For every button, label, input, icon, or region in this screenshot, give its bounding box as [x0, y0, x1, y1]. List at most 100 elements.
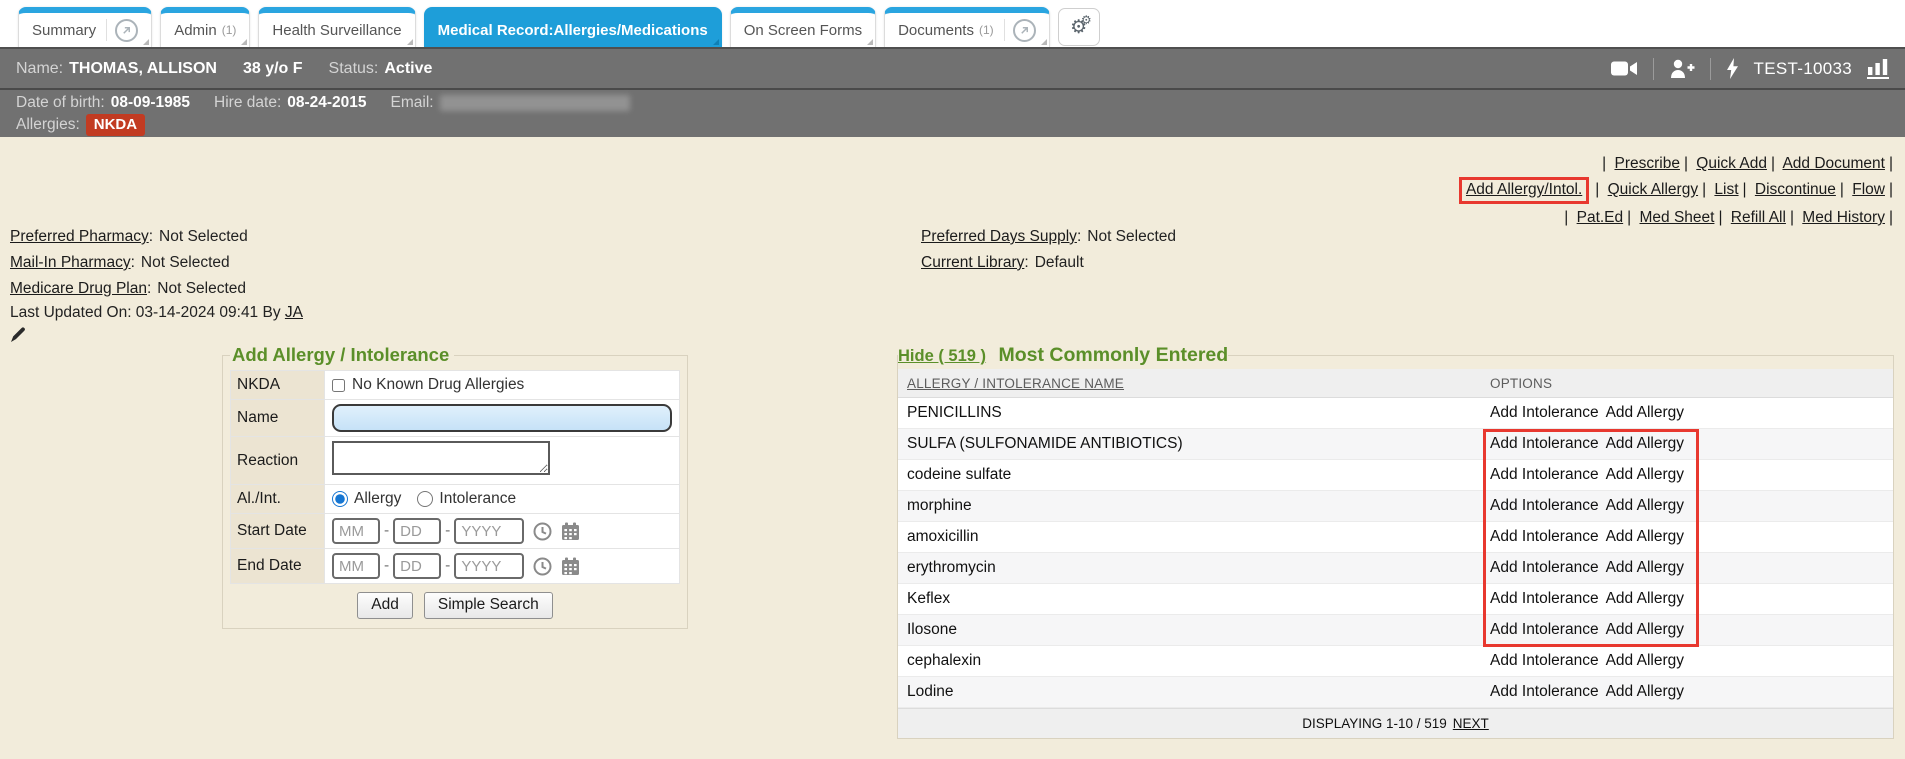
- allergy-radio[interactable]: [332, 491, 348, 507]
- form-buttons: Add Simple Search: [230, 592, 680, 619]
- add-intolerance-link[interactable]: Add Intolerance: [1490, 404, 1599, 422]
- colon: :: [131, 254, 135, 271]
- add-intolerance-link[interactable]: Add Intolerance: [1490, 590, 1599, 608]
- hide-count-link[interactable]: Hide ( 519 ): [898, 347, 986, 365]
- displaying-text: DISPLAYING 1-10 / 519: [1302, 716, 1447, 731]
- email-label: Email:: [391, 94, 434, 112]
- allergy-name: Ilosone: [898, 621, 1490, 639]
- add-allergy-link[interactable]: Add Allergy: [1606, 559, 1684, 577]
- clock-icon[interactable]: [533, 557, 552, 576]
- info-link[interactable]: Mail-In Pharmacy: [10, 254, 131, 271]
- dob-label: Date of birth:: [16, 94, 105, 112]
- intolerance-radio[interactable]: [417, 491, 433, 507]
- intolerance-radio-label[interactable]: Intolerance: [439, 490, 516, 508]
- add-intolerance-link[interactable]: Add Intolerance: [1490, 683, 1599, 701]
- reaction-label: Reaction: [231, 437, 325, 485]
- edit-pencil-icon[interactable]: [10, 327, 26, 348]
- end-year-input[interactable]: [454, 553, 524, 579]
- add-person-icon[interactable]: [1669, 59, 1695, 78]
- video-camera-icon[interactable]: [1611, 60, 1638, 77]
- name-label: Name: [231, 400, 325, 437]
- tab-badge: (1): [979, 23, 994, 37]
- nkda-checkbox[interactable]: [332, 379, 345, 392]
- add-allergy-link[interactable]: Add Allergy: [1606, 621, 1684, 639]
- start-day-input[interactable]: [393, 518, 441, 544]
- add-allergy-link[interactable]: Add Allergy: [1606, 652, 1684, 670]
- tab-medical-record-allergies-medications[interactable]: Medical Record:Allergies/Medications: [424, 7, 722, 47]
- action-link[interactable]: Flow: [1852, 181, 1885, 198]
- nkda-label: NKDA: [231, 371, 325, 400]
- allergy-name-input[interactable]: [332, 404, 672, 432]
- add-allergy-link[interactable]: Add Allergy: [1606, 497, 1684, 515]
- action-link[interactable]: List: [1714, 181, 1738, 198]
- table-title: Most Commonly Entered: [998, 344, 1228, 366]
- start-month-input[interactable]: [332, 518, 380, 544]
- add-intolerance-link[interactable]: Add Intolerance: [1490, 497, 1599, 515]
- action-link[interactable]: Med History: [1802, 209, 1885, 226]
- clock-icon[interactable]: [533, 522, 552, 541]
- start-year-input[interactable]: [454, 518, 524, 544]
- table-row: amoxicillin Add Intolerance Add Allergy: [898, 522, 1893, 553]
- action-link[interactable]: Refill All: [1731, 209, 1786, 226]
- table-legend: Hide ( 519 ) Most Commonly Entered: [898, 344, 1228, 367]
- allergy-radio-label[interactable]: Allergy: [354, 490, 401, 508]
- tab-health-surveillance[interactable]: Health Surveillance: [258, 7, 415, 47]
- settings-button[interactable]: ⚙ ⚙: [1058, 8, 1100, 46]
- external-link-icon[interactable]: [115, 19, 138, 42]
- add-intolerance-link[interactable]: Add Intolerance: [1490, 435, 1599, 453]
- tab-label: Summary: [32, 22, 96, 39]
- info-link[interactable]: Preferred Pharmacy: [10, 228, 149, 245]
- add-allergy-link[interactable]: Add Allergy: [1606, 528, 1684, 546]
- add-intolerance-link[interactable]: Add Intolerance: [1490, 621, 1599, 639]
- next-page-link[interactable]: NEXT: [1453, 716, 1489, 731]
- calendar-icon[interactable]: [561, 557, 580, 576]
- calendar-icon[interactable]: [561, 522, 580, 541]
- end-day-input[interactable]: [393, 553, 441, 579]
- start-date-label: Start Date: [231, 514, 325, 549]
- info-value: Not Selected: [157, 280, 246, 297]
- tab-on-screen-forms[interactable]: On Screen Forms: [730, 7, 876, 47]
- tab-summary[interactable]: Summary: [18, 7, 152, 47]
- lightning-bolt-icon[interactable]: [1726, 58, 1739, 79]
- add-allergy-intol-highlight: Add Allergy/Intol.: [1459, 177, 1589, 204]
- action-link[interactable]: Prescribe: [1614, 155, 1679, 172]
- action-link[interactable]: Pat.Ed: [1577, 209, 1624, 226]
- action-link[interactable]: Med Sheet: [1639, 209, 1714, 226]
- allergy-name: morphine: [898, 497, 1490, 515]
- column-header-allergy-name[interactable]: ALLERGY / INTOLERANCE NAME: [898, 376, 1490, 391]
- action-link[interactable]: Add Document: [1782, 155, 1885, 172]
- add-intolerance-link[interactable]: Add Intolerance: [1490, 652, 1599, 670]
- last-updated-text: Last Updated On: 03-14-2024 09:41 By: [10, 304, 281, 321]
- action-link[interactable]: Discontinue: [1755, 181, 1836, 198]
- patient-age-sex: 38 y/o F: [243, 60, 303, 78]
- tab-admin[interactable]: Admin (1): [160, 7, 250, 47]
- add-allergy-link[interactable]: Add Allergy: [1606, 590, 1684, 608]
- separator: |: [1702, 181, 1706, 198]
- last-updated-by-link[interactable]: JA: [285, 304, 303, 321]
- allergy-nkda-badge[interactable]: NKDA: [86, 114, 145, 136]
- action-links-row-3: | Pat.Ed| Med Sheet| Refill All| Med His…: [1459, 205, 1897, 230]
- reaction-input[interactable]: [332, 441, 550, 475]
- simple-search-button[interactable]: Simple Search: [424, 592, 553, 619]
- tab-documents[interactable]: Documents (1): [884, 7, 1050, 47]
- external-link-icon[interactable]: [1013, 19, 1036, 42]
- table-row: SULFA (SULFONAMIDE ANTIBIOTICS) Add Into…: [898, 429, 1893, 460]
- add-intolerance-link[interactable]: Add Intolerance: [1490, 466, 1599, 484]
- add-intolerance-link[interactable]: Add Intolerance: [1490, 559, 1599, 577]
- end-month-input[interactable]: [332, 553, 380, 579]
- add-allergy-link[interactable]: Add Allergy: [1606, 466, 1684, 484]
- add-allergy-intol-link[interactable]: Add Allergy/Intol.: [1466, 181, 1582, 198]
- action-link[interactable]: Quick Allergy: [1608, 181, 1698, 198]
- action-links-row-1: | Prescribe| Quick Add| Add Document|: [1459, 151, 1897, 176]
- info-link[interactable]: Preferred Days Supply: [921, 228, 1077, 245]
- add-allergy-link[interactable]: Add Allergy: [1606, 404, 1684, 422]
- info-link[interactable]: Medicare Drug Plan: [10, 280, 147, 297]
- add-button[interactable]: Add: [357, 592, 413, 619]
- add-allergy-link[interactable]: Add Allergy: [1606, 435, 1684, 453]
- info-link[interactable]: Current Library: [921, 254, 1024, 271]
- row-options: Add Intolerance Add Allergy: [1490, 652, 1684, 670]
- action-link[interactable]: Quick Add: [1696, 155, 1767, 172]
- add-allergy-link[interactable]: Add Allergy: [1606, 683, 1684, 701]
- bar-chart-icon[interactable]: [1867, 59, 1889, 79]
- add-intolerance-link[interactable]: Add Intolerance: [1490, 528, 1599, 546]
